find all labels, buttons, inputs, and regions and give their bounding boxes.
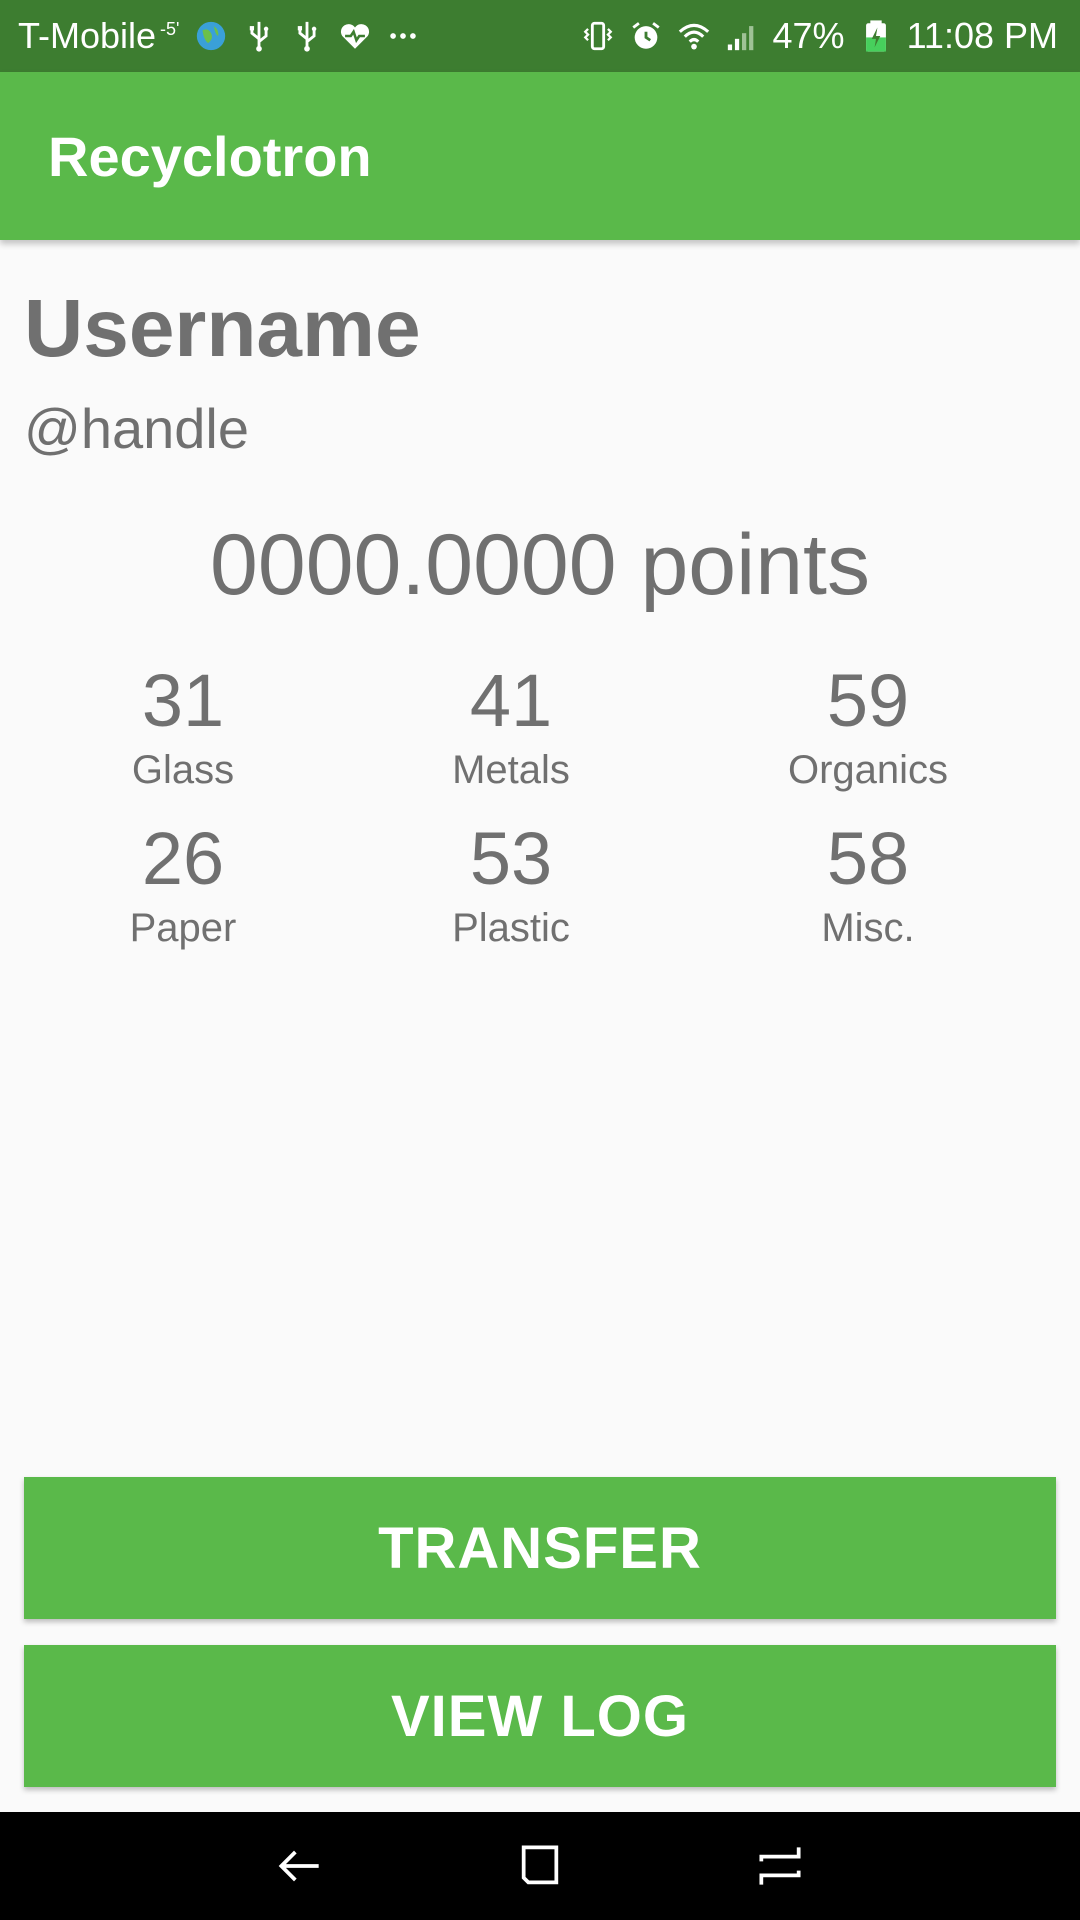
vibrate-icon <box>581 19 615 53</box>
signal-icon <box>725 19 759 53</box>
usb-icon <box>290 19 324 53</box>
carrier-signal-note: -5' <box>160 19 180 39</box>
stat-label: Paper <box>129 906 237 950</box>
status-left: T-Mobile -5' <box>18 15 420 57</box>
user-handle: @handle <box>24 397 250 460</box>
stat-label: Metals <box>452 748 570 792</box>
stat-value: 31 <box>141 659 225 742</box>
usb-icon <box>242 19 276 53</box>
username: Username <box>24 283 421 374</box>
stat-label: Glass <box>131 748 235 792</box>
app-title: Recyclotron <box>48 124 372 188</box>
globe-icon <box>194 19 228 53</box>
more-dots-icon <box>386 19 420 53</box>
stat-plastic: 53 Plastic <box>361 816 661 952</box>
stat-value: 58 <box>826 817 910 900</box>
stat-glass: 31 Glass <box>33 658 333 794</box>
recents-icon[interactable] <box>750 1836 810 1896</box>
stat-organics: 59 Organics <box>718 658 1018 794</box>
stat-metals: 41 Metals <box>361 658 661 794</box>
app-bar: Recyclotron <box>0 72 1080 240</box>
wifi-icon <box>677 19 711 53</box>
stat-label: Plastic <box>452 906 570 950</box>
battery-percent: 47% <box>772 15 845 56</box>
view-log-button[interactable]: VIEW LOG <box>24 1645 1056 1787</box>
screen: T-Mobile -5' 47% 11:08 PM Recyclotron Us… <box>0 0 1080 1920</box>
back-icon[interactable] <box>270 1836 330 1896</box>
stat-label: Misc. <box>821 906 915 950</box>
status-right: 47% 11:08 PM <box>581 15 1058 57</box>
status-bar: T-Mobile -5' 47% 11:08 PM <box>0 0 1080 72</box>
clock: 11:08 PM <box>906 15 1058 56</box>
stat-value: 41 <box>469 659 553 742</box>
battery-charging-icon <box>859 19 893 53</box>
carrier-text: T-Mobile <box>18 15 157 56</box>
points-total: 0000.0000 points <box>210 517 870 613</box>
health-heart-icon <box>338 19 372 53</box>
carrier-name: T-Mobile -5' <box>18 15 180 57</box>
stat-value: 53 <box>469 817 553 900</box>
navigation-bar <box>0 1812 1080 1920</box>
stat-label: Organics <box>787 748 949 792</box>
transfer-button[interactable]: TRANSFER <box>24 1477 1056 1619</box>
home-icon[interactable] <box>510 1836 570 1896</box>
stat-misc: 58 Misc. <box>718 816 1018 952</box>
stat-paper: 26 Paper <box>33 816 333 952</box>
stat-value: 59 <box>826 659 910 742</box>
stat-value: 26 <box>141 817 225 900</box>
alarm-icon <box>629 19 663 53</box>
